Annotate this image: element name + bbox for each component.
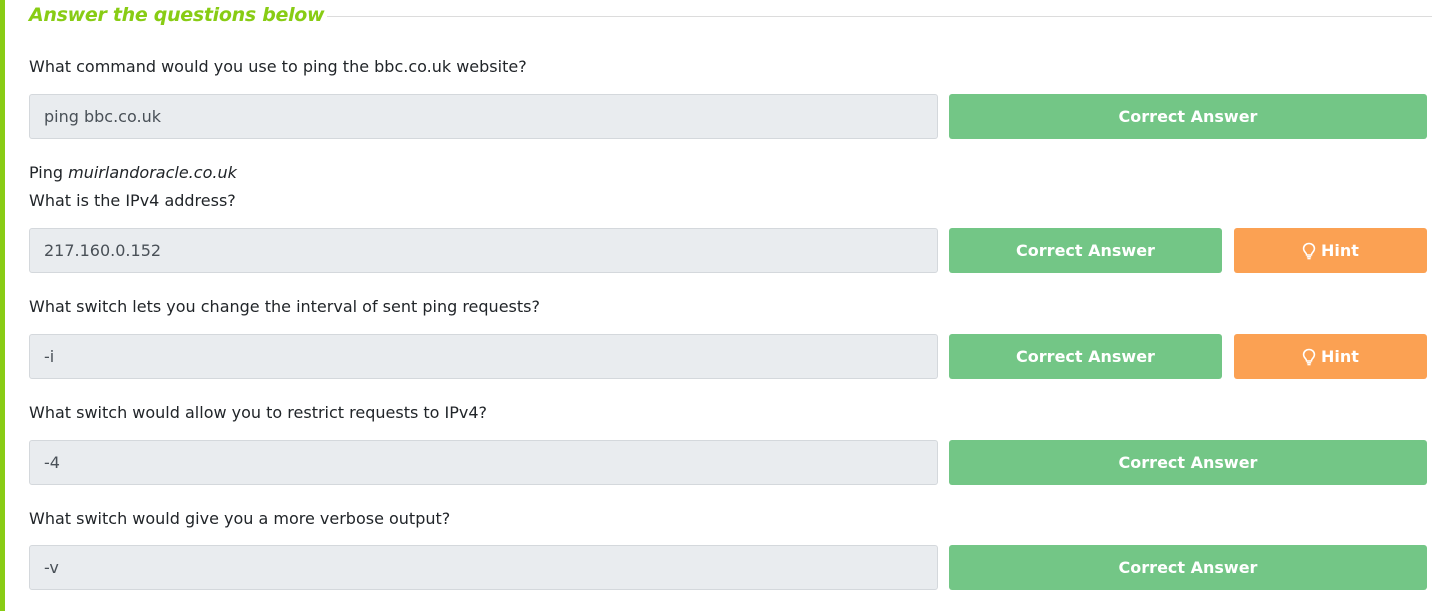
section-heading: Answer the questions below bbox=[29, 4, 325, 26]
question-4-answer-input[interactable] bbox=[29, 440, 938, 485]
question-5-answer-input[interactable] bbox=[29, 545, 938, 590]
question-3-correct-answer-button[interactable]: Correct Answer bbox=[949, 334, 1222, 379]
lightbulb-icon bbox=[1302, 348, 1316, 365]
question-2-subtext: What is the IPv4 address? bbox=[29, 191, 236, 210]
lightbulb-icon bbox=[1302, 242, 1316, 259]
question-5-correct-answer-button[interactable]: Correct Answer bbox=[949, 545, 1427, 590]
question-2-text-prefix: Ping bbox=[29, 163, 69, 182]
question-2-correct-answer-button[interactable]: Correct Answer bbox=[949, 228, 1222, 273]
question-2-answer-input[interactable] bbox=[29, 228, 938, 273]
question-3-text: What switch lets you change the interval… bbox=[29, 297, 540, 316]
question-4-text: What switch would allow you to restrict … bbox=[29, 403, 488, 422]
question-1-text: What command would you use to ping the b… bbox=[29, 57, 527, 76]
question-2-domain: muirlandoracle.co.uk bbox=[68, 163, 237, 182]
question-2-hint-button[interactable]: Hint bbox=[1234, 228, 1427, 273]
question-4-correct-answer-button[interactable]: Correct Answer bbox=[949, 440, 1427, 485]
question-2-text: Ping muirlandoracle.co.uk bbox=[29, 163, 237, 183]
question-5-text: What switch would give you a more verbos… bbox=[29, 509, 451, 528]
question-3-hint-button[interactable]: Hint bbox=[1234, 334, 1427, 379]
question-1-answer-input[interactable] bbox=[29, 94, 938, 139]
question-3-answer-input[interactable] bbox=[29, 334, 938, 379]
question-2-hint-label: Hint bbox=[1321, 241, 1359, 260]
question-3-hint-label: Hint bbox=[1321, 347, 1359, 366]
questions-panel: Answer the questions below What command … bbox=[0, 0, 1451, 611]
heading-divider bbox=[327, 16, 1432, 17]
question-1-correct-answer-button[interactable]: Correct Answer bbox=[949, 94, 1427, 139]
